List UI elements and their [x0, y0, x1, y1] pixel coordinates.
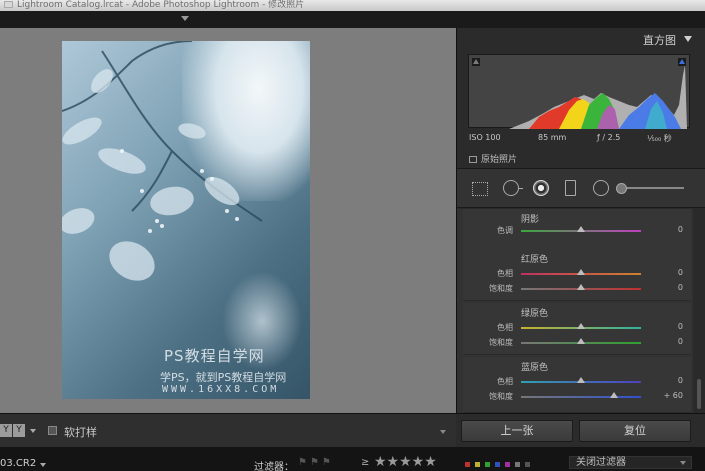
previous-button[interactable]: 上一张 [461, 420, 573, 442]
slider-value[interactable]: 0 [678, 225, 683, 234]
exif-focal-length: 85 mm [538, 133, 567, 142]
crop-icon[interactable] [472, 182, 488, 196]
group-title: 蓝原色 [521, 363, 549, 373]
slider-row[interactable]: 饱和度 0 [463, 337, 691, 349]
exif-iso: ISO 100 [469, 133, 501, 142]
group-title: 阴影 [521, 215, 540, 225]
slider-label: 饱和度 [489, 338, 513, 347]
radial-filter-icon[interactable] [593, 180, 609, 196]
soft-proof-label: 软打样 [64, 426, 97, 439]
slider-value[interactable]: 0 [678, 337, 683, 346]
slider-value[interactable]: 0 [678, 322, 683, 331]
slider-value[interactable]: 0 [678, 268, 683, 277]
slider-row[interactable]: 色相 0 [463, 376, 691, 388]
original-photo-toggle[interactable]: 原始照片 [469, 152, 517, 165]
slider-thumb[interactable] [610, 392, 618, 398]
exif-aperture: ƒ / 2.5 [597, 133, 621, 142]
filmstrip-bar: 03.CR2 过滤器： ⚑⚑⚑ ≥ ★★★★★ 关闭过滤器 [0, 447, 705, 471]
filter-preset-dropdown[interactable]: 关闭过滤器 [569, 456, 692, 469]
reset-button[interactable]: 复位 [579, 420, 691, 442]
histogram[interactable] [468, 54, 690, 129]
right-panel: 直方图 ISO 100 85 mm ƒ / 2.5 ¹⁄₅₀₀ 秒 原始照片 阴… [456, 28, 705, 413]
slider-row[interactable]: 饱和度 0 [463, 283, 691, 295]
slider-track[interactable] [521, 396, 641, 398]
panel-collapse-icon[interactable] [684, 36, 692, 42]
window-title: Lightroom Catalog.lrcat - Adobe Photosho… [17, 0, 305, 10]
photo-preview: PS教程自学网 学PS，就到PS教程自学网 WWW.16XX8.COM [62, 41, 310, 399]
image-view[interactable]: PS教程自学网 学PS，就到PS教程自学网 WWW.16XX8.COM [0, 28, 456, 413]
before-after-view-button[interactable]: YY [0, 424, 26, 437]
top-panel-strip[interactable] [0, 11, 705, 28]
group-title: 红原色 [521, 255, 549, 265]
tool-strip [457, 168, 705, 208]
filter-label: 过滤器： [254, 462, 294, 471]
green-primary-group: 绿原色 色相 0 饱和度 0 [463, 303, 691, 355]
flag-filter-icons[interactable]: ⚑⚑⚑ [298, 457, 346, 469]
blue-primary-group: 蓝原色 色相 0 饱和度 + 60 [463, 357, 691, 413]
slider-thumb[interactable] [577, 377, 585, 383]
highlight-clipping-icon[interactable] [678, 58, 686, 66]
group-title: 绿原色 [521, 309, 549, 319]
watermark-url: WWW.16XX8.COM [162, 384, 280, 395]
toolbar: YY 软打样 [0, 413, 456, 447]
slider-label: 色调 [497, 226, 513, 235]
graduated-filter-icon[interactable] [565, 180, 576, 196]
spot-removal-icon[interactable] [503, 180, 523, 196]
adjustment-brush-icon[interactable] [616, 183, 684, 194]
slider-row[interactable]: 色相 0 [463, 322, 691, 334]
slider-thumb[interactable] [577, 323, 585, 329]
panel-buttons: 上一张 复位 [456, 413, 705, 447]
watermark-subtitle: 学PS，就到PS教程自学网 [160, 371, 287, 384]
star-rating-filter[interactable]: ★★★★★ [374, 454, 437, 470]
camera-calibration-panel: 阴影 色调 0 红原色 色相 0 饱和度 0 绿原色 色相 0 饱和度 0 蓝原… [457, 209, 705, 413]
panel-scrollbar[interactable] [693, 209, 705, 413]
rating-operator[interactable]: ≥ [361, 457, 369, 468]
slider-row[interactable]: 色调 0 [463, 225, 691, 237]
red-primary-group: 红原色 色相 0 饱和度 0 [463, 249, 691, 301]
original-photo-label: 原始照片 [481, 155, 518, 165]
slider-label: 色相 [497, 269, 513, 278]
slider-value[interactable]: 0 [678, 376, 683, 385]
slider-thumb[interactable] [577, 284, 585, 290]
watermark-title: PS教程自学网 [164, 347, 265, 365]
checkbox-icon[interactable] [469, 156, 477, 163]
slider-value[interactable]: 0 [678, 283, 683, 292]
slider-thumb[interactable] [577, 226, 585, 232]
slider-thumb[interactable] [577, 338, 585, 344]
slider-label: 饱和度 [489, 392, 513, 401]
histogram-header[interactable]: 直方图 [457, 28, 705, 48]
app-icon [4, 1, 13, 8]
filename[interactable]: 03.CR2 [0, 458, 47, 469]
exif-shutter: ¹⁄₅₀₀ 秒 [647, 134, 672, 143]
slider-label: 色相 [497, 323, 513, 332]
slider-label: 色相 [497, 377, 513, 386]
shadow-clipping-icon[interactable] [472, 58, 480, 66]
window-title-bar: Lightroom Catalog.lrcat - Adobe Photosho… [0, 0, 705, 11]
histogram-title: 直方图 [643, 34, 676, 47]
slider-thumb[interactable] [577, 269, 585, 275]
slider-row[interactable]: 色相 0 [463, 268, 691, 280]
slider-row[interactable]: 饱和度 + 60 [463, 391, 691, 403]
slider-value[interactable]: + 60 [664, 391, 683, 400]
red-eye-icon[interactable] [533, 180, 549, 196]
soft-proof-checkbox[interactable] [48, 426, 57, 435]
slider-label: 饱和度 [489, 284, 513, 293]
collapse-top-panel-icon[interactable] [181, 16, 189, 21]
toolbar-menu-icon[interactable] [440, 430, 446, 434]
chevron-down-icon[interactable] [30, 429, 36, 433]
scrollbar-thumb[interactable] [697, 379, 701, 409]
